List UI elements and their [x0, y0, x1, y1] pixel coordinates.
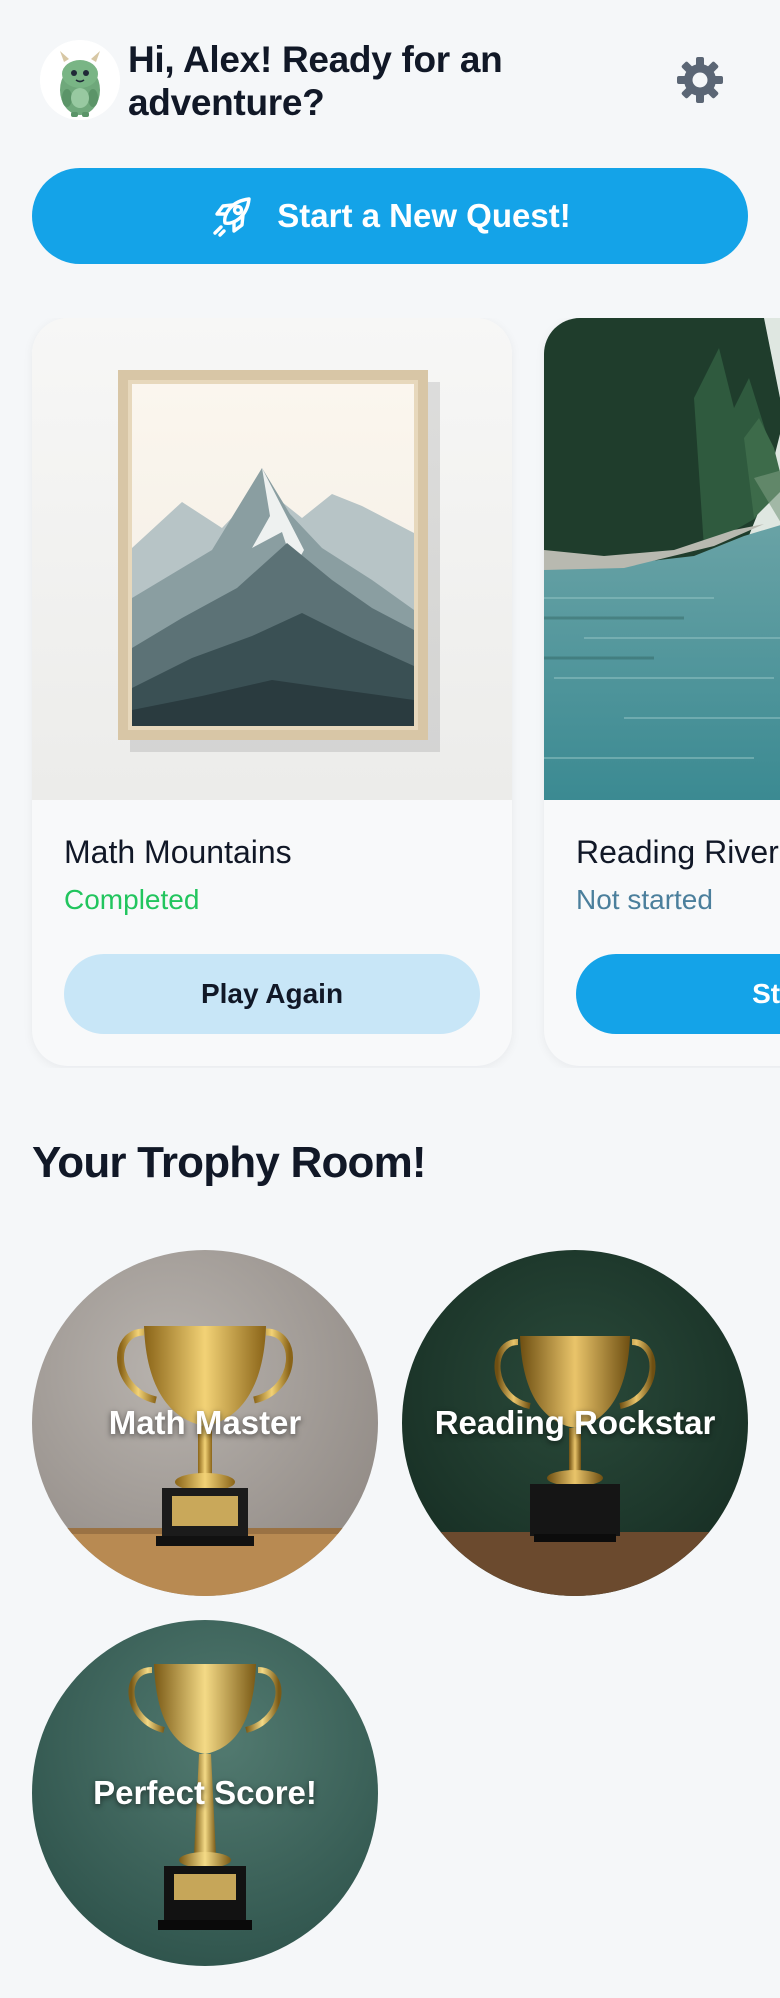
quest-title: Reading River: [576, 834, 779, 870]
trophy-label: Math Master: [108, 1404, 302, 1441]
start-new-quest-button[interactable]: Start a New Quest!: [32, 168, 748, 264]
quest-card[interactable]: Math Mountains Completed Play Again: [32, 318, 512, 1066]
avatar[interactable]: [40, 40, 120, 120]
gear-icon: [677, 57, 723, 103]
play-again-button[interactable]: Play Again: [64, 954, 480, 1034]
green-monster-icon: [40, 40, 120, 120]
app-screen: Hi, Alex! Ready for an adventure? Start …: [0, 0, 780, 1998]
quest-title: Math Mountains: [64, 834, 292, 870]
trophy-label: Perfect Score!: [93, 1774, 317, 1811]
quest-status: Completed: [64, 884, 200, 915]
quest-carousel[interactable]: Math Mountains Completed Play Again Read…: [0, 318, 780, 1068]
settings-button[interactable]: [672, 52, 728, 108]
greeting-text: Hi, Alex! Ready for an adventure?: [128, 39, 503, 123]
quest-status: Not started: [576, 884, 713, 915]
quest-image: [32, 318, 512, 800]
quest-image: [544, 318, 780, 800]
trophy-badge[interactable]: Reading Rockstar: [402, 1250, 748, 1596]
quest-card[interactable]: Reading River Not started Start: [544, 318, 780, 1066]
trophy-label: Reading Rockstar: [434, 1404, 716, 1441]
cta-label: Start a New Quest!: [277, 197, 571, 234]
rocket-icon: [209, 193, 255, 239]
trophy-badge[interactable]: Math Master: [32, 1250, 378, 1596]
header: Hi, Alex! Ready for an adventure?: [0, 0, 780, 160]
trophy-badge[interactable]: Perfect Score!: [32, 1620, 378, 1966]
start-quest-button[interactable]: Start: [576, 954, 780, 1034]
trophy-room-heading: Your Trophy Room!: [32, 1138, 427, 1187]
